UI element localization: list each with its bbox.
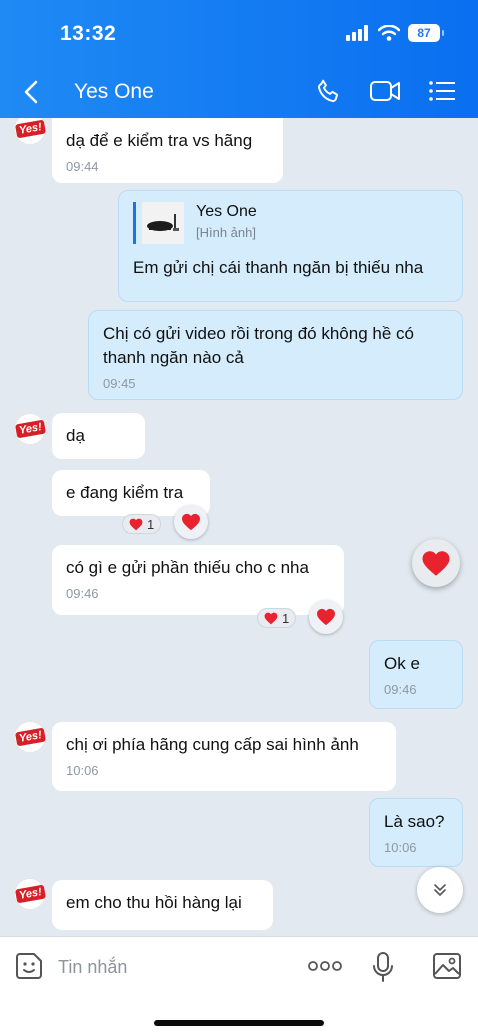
message-bubble-incoming[interactable]: dạ để e kiểm tra vs hãng 09:44 (52, 118, 283, 183)
message-bubble-incoming[interactable]: chị ơi phía hãng cung cấp sai hình ảnh 1… (52, 722, 396, 791)
message-text: em cho thu hồi hàng lại (66, 893, 242, 912)
message-text: Ok e (384, 654, 420, 673)
reaction-summary[interactable]: 1 (257, 608, 297, 628)
options-button[interactable] (428, 78, 456, 109)
home-indicator (154, 1020, 324, 1026)
message-time: 10:06 (66, 763, 99, 778)
scroll-to-bottom-button[interactable] (417, 867, 463, 913)
quoted-image-thumbnail (142, 202, 184, 244)
react-button[interactable] (309, 600, 343, 634)
message-time: 10:06 (384, 840, 417, 855)
gallery-button[interactable] (432, 951, 462, 986)
message-input[interactable]: Tin nhắn (58, 957, 127, 978)
sticker-button[interactable] (14, 951, 44, 986)
message-text: dạ để e kiểm tra vs hãng (66, 131, 253, 150)
wifi-icon (378, 25, 400, 41)
reply-quote[interactable]: Yes One [Hình ảnh] (133, 202, 448, 244)
avatar[interactable]: Yes! (14, 879, 46, 909)
image-icon (433, 953, 461, 979)
message-text: có gì e gửi phần thiếu cho c nha (66, 558, 309, 577)
message-text: Chị có gửi video rồi trong đó không hề c… (103, 324, 414, 367)
message-bubble-outgoing[interactable]: Là sao? 10:06 (369, 798, 463, 867)
quick-heart-button[interactable] (412, 539, 460, 587)
message-text: Em gửi chị cái thanh ngăn bị thiếu nha (133, 258, 424, 277)
heart-icon (129, 518, 143, 530)
message-time: 09:46 (384, 682, 417, 697)
message-text: e đang kiểm tra (66, 483, 184, 502)
message-time: 09:44 (66, 159, 99, 174)
quoted-type: [Hình ảnh] (196, 225, 256, 240)
more-button[interactable] (308, 959, 342, 978)
status-time: 13:32 (60, 22, 117, 45)
avatar[interactable]: Yes! (14, 414, 46, 444)
message-list[interactable]: Yes! dạ để e kiểm tra vs hãng 09:44 Yes … (0, 118, 478, 936)
heart-icon (317, 608, 335, 626)
more-dots-icon (308, 961, 342, 971)
message-bubble-incoming[interactable]: em cho thu hồi hàng lại (52, 880, 273, 930)
avatar[interactable]: Yes! (14, 118, 46, 144)
chevron-left-icon (24, 80, 38, 104)
list-icon (429, 81, 455, 101)
message-text: Là sao? (384, 812, 445, 831)
contact-name[interactable]: Yes One (74, 80, 154, 104)
message-bubble-outgoing-reply[interactable]: Yes One [Hình ảnh] Em gửi chị cái thanh … (118, 190, 463, 302)
reaction-summary[interactable]: 1 (122, 514, 162, 534)
video-camera-icon (370, 81, 400, 101)
status-indicators: 87 (346, 24, 444, 42)
reaction-count: 1 (147, 516, 155, 532)
video-call-button[interactable] (369, 78, 401, 109)
microphone-icon (373, 952, 393, 982)
message-time: 09:45 (103, 376, 136, 391)
message-bubble-outgoing[interactable]: Ok e 09:46 (369, 640, 463, 709)
message-composer: Tin nhắn (0, 936, 478, 1036)
double-chevron-down-icon (434, 884, 446, 896)
heart-icon (264, 612, 278, 624)
phone-icon (318, 79, 339, 102)
message-bubble-incoming[interactable]: có gì e gửi phần thiếu cho c nha 09:46 (52, 545, 344, 615)
voice-button[interactable] (372, 951, 394, 988)
message-bubble-incoming[interactable]: dạ (52, 413, 145, 459)
chat-header: 13:32 87 Yes One (0, 0, 478, 118)
message-text: chị ơi phía hãng cung cấp sai hình ảnh (66, 735, 359, 754)
reaction-count: 1 (282, 610, 290, 626)
message-bubble-outgoing[interactable]: Chị có gửi video rồi trong đó không hề c… (88, 310, 463, 400)
heart-icon (422, 550, 450, 576)
avatar[interactable]: Yes! (14, 722, 46, 752)
quoted-sender: Yes One (196, 203, 257, 220)
message-text: dạ (66, 426, 85, 445)
message-time: 09:46 (66, 586, 99, 601)
signal-icon (346, 25, 368, 41)
call-button[interactable] (316, 78, 342, 109)
react-button[interactable] (174, 505, 208, 539)
battery-indicator: 87 (408, 24, 444, 42)
back-button[interactable] (24, 80, 38, 109)
sticker-icon (16, 953, 42, 979)
heart-icon (182, 513, 200, 531)
